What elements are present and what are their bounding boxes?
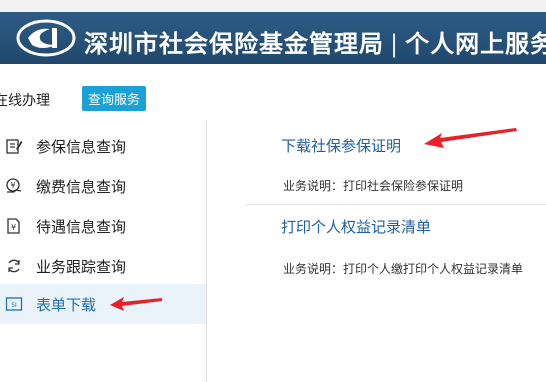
divider	[245, 204, 546, 205]
sidebar: 参保信息查询 ¥ 缴费信息查询 ¥ 待遇信息查询 业务跟踪查询 SI 表单下载	[0, 120, 207, 382]
sidebar-item-enrollment-query[interactable]: 参保信息查询	[0, 126, 206, 166]
app-subtitle: 个人网上服务	[405, 30, 546, 58]
svg-text:¥: ¥	[11, 223, 16, 232]
sidebar-item-label: 业务跟踪查询	[36, 258, 127, 276]
annotation-arrow-icon	[424, 128, 517, 148]
sidebar-item-label: 缴费信息查询	[36, 178, 127, 196]
sidebar-item-benefit-query[interactable]: ¥ 待遇信息查询	[0, 206, 206, 246]
sidebar-item-form-download[interactable]: SI 表单下载	[0, 284, 206, 324]
entry-description: 业务说明：打印个人缴打印个人权益记录清单	[283, 262, 524, 276]
title-separator: |	[390, 30, 400, 58]
svg-text:SI: SI	[11, 302, 17, 309]
entry-description: 业务说明：打印社会保险参保证明	[283, 179, 464, 193]
refresh-icon	[8, 259, 20, 273]
form-icon: SI	[5, 297, 23, 311]
main-content: 下载社保参保证明 业务说明：打印社会保险参保证明 打印个人权益记录清单 业务说明…	[207, 120, 546, 382]
page-title: 深圳市社会保险基金管理局 | 个人网上服务	[84, 24, 546, 59]
top-nav: 在线办理 查询服务	[0, 64, 546, 121]
annotation-arrow-icon	[110, 297, 162, 311]
money-icon: ¥	[6, 178, 22, 193]
bookmark-bar	[0, 0, 546, 12]
svg-text:¥: ¥	[10, 181, 15, 190]
document-icon: ¥	[7, 218, 20, 234]
nav-query-service[interactable]: 查询服务	[82, 86, 147, 111]
sidebar-item-label: 参保信息查询	[36, 138, 127, 156]
sidebar-item-label: 待遇信息查询	[36, 218, 127, 236]
print-rights-record-link[interactable]: 打印个人权益记录清单	[281, 216, 431, 237]
site-header: 深圳市社会保险基金管理局 | 个人网上服务	[0, 12, 546, 64]
nav-online-service[interactable]: 在线办理	[0, 90, 50, 110]
app-title: 深圳市社会保险基金管理局	[84, 30, 384, 58]
social-insurance-logo-icon	[16, 19, 76, 57]
sidebar-item-label: 表单下载	[36, 296, 97, 314]
download-insurance-certificate-link[interactable]: 下载社保参保证明	[281, 135, 401, 156]
edit-icon	[6, 139, 23, 154]
sidebar-item-business-tracking[interactable]: 业务跟踪查询	[0, 246, 206, 286]
sidebar-item-payment-query[interactable]: ¥ 缴费信息查询	[0, 166, 206, 206]
